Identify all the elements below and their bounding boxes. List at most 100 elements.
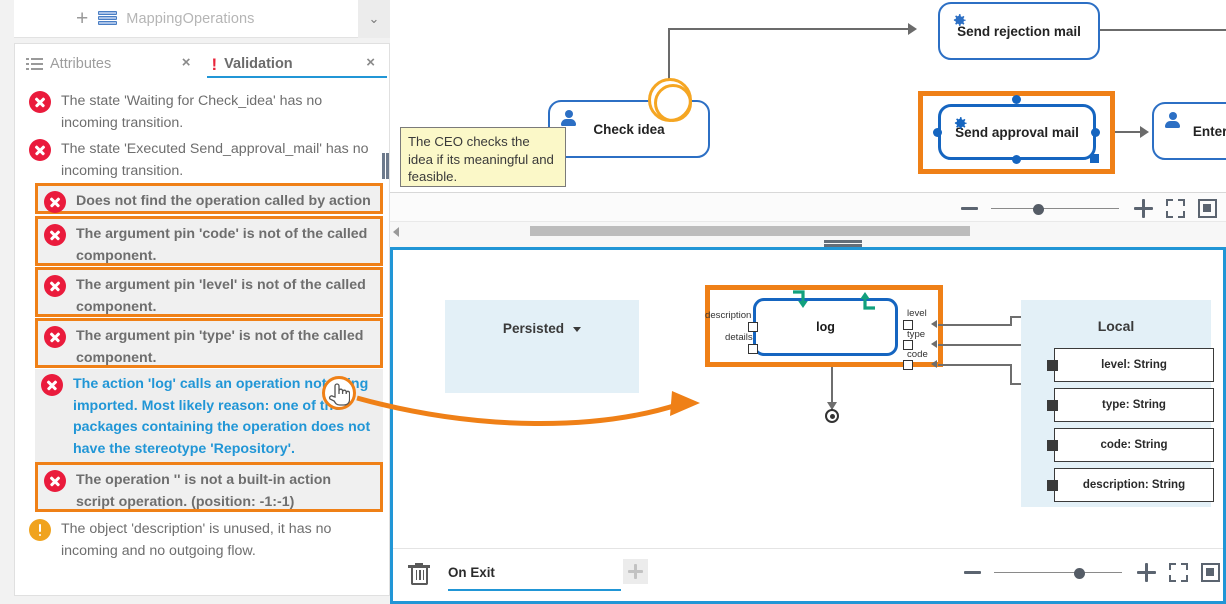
resize-handle[interactable] [933,128,942,137]
person-icon [1163,112,1181,130]
zoom-out-icon[interactable] [961,207,978,210]
validation-list[interactable]: The state 'Waiting for Check_idea' has n… [15,80,389,595]
mapping-operations-label: MappingOperations [126,10,255,27]
add-icon[interactable]: + [76,8,88,29]
resize-handle[interactable] [1012,155,1021,164]
node-send-rejection-mail[interactable]: Send rejection mail [938,2,1100,60]
node-label: Send approval mail [955,124,1079,140]
pin-label-level: level [907,308,927,319]
validation-item-text: The state 'Waiting for Check_idea' has n… [61,93,323,131]
person-icon [559,110,577,128]
tab-attributes[interactable]: Attributes × [15,50,205,78]
validation-item[interactable]: The operation '' is not a built-in actio… [35,462,383,512]
node-label: log [816,320,835,334]
node-label: Enter for [1192,123,1226,139]
table-icon [98,11,118,26]
active-tab-indicator [207,76,387,78]
validation-item[interactable]: The object 'description' is unused, it h… [23,514,381,564]
pin-label-type: type [907,329,926,340]
object-flow-arrowhead [931,320,937,328]
panel-splitter-handle[interactable] [381,153,390,179]
warning-icon [29,519,51,541]
persisted-label: Persisted [502,321,565,336]
node-send-approval-mail[interactable]: Send approval mail [938,104,1096,160]
fit-to-window-icon[interactable] [1201,563,1220,582]
local-item-label: type: String [1102,399,1166,411]
resize-handle[interactable] [1090,154,1099,163]
connector-line [668,28,908,30]
validation-item-text: The operation '' is not a built-in actio… [76,472,332,510]
dropdown-caret-icon[interactable] [573,327,582,332]
left-panel: + MappingOperations ⌄ Attributes × ! Val… [0,0,390,604]
object-flow-arrowhead [931,360,937,368]
tab-validation-label: Validation [224,56,293,72]
tooltip-note: The CEO checks the idea if its meaningfu… [400,127,566,187]
tab-validation[interactable]: ! Validation × [205,50,390,78]
validation-item[interactable]: The state 'Executed Send_approval_mail' … [23,134,381,184]
activity-diagram-canvas[interactable]: Persisted log description details level … [393,250,1223,548]
pin-icon [1047,440,1058,451]
connector-arrowhead [908,23,917,35]
scroll-left-icon[interactable] [393,227,399,237]
zoom-slider[interactable] [994,567,1122,579]
output-pin-code[interactable] [903,360,913,370]
resize-handle[interactable] [1091,128,1100,137]
mapping-operations-bar[interactable]: + MappingOperations ⌄ [14,0,390,38]
validation-item[interactable]: The argument pin 'level' is not of the c… [35,267,383,317]
node-enter-for[interactable]: Enter for [1152,102,1226,160]
close-icon[interactable]: × [366,55,375,70]
error-icon [44,470,66,492]
zoom-slider[interactable] [991,203,1119,215]
panel-tabbar: Attributes × ! Validation × [15,44,389,78]
zoom-out-icon[interactable] [964,571,981,574]
error-icon [44,326,66,348]
error-icon [41,374,63,396]
object-flow-line [938,364,1012,366]
zoom-in-icon[interactable] [1137,563,1156,582]
local-item-code[interactable]: code: String [1047,428,1214,462]
validation-item[interactable]: The argument pin 'code' is not of the ca… [35,216,383,266]
input-pin-details[interactable] [748,344,758,354]
fit-to-window-icon[interactable] [1198,199,1217,218]
trash-icon[interactable] [408,563,430,587]
persisted-region[interactable]: Persisted [445,300,639,393]
error-icon [44,275,66,297]
add-tab-button[interactable] [623,559,648,584]
zoom-in-icon[interactable] [1134,199,1153,218]
exception-out-icon [857,289,879,316]
local-title: Local [1097,318,1135,334]
top-diagram-toolbar [390,192,1226,221]
validation-item[interactable]: The state 'Waiting for Check_idea' has n… [23,86,381,136]
local-item-label: description: String [1082,479,1186,491]
local-item-type[interactable]: type: String [1047,388,1214,422]
gear-icon [950,114,969,133]
input-pin-description[interactable] [748,322,758,332]
pin-label-code: code [907,349,928,360]
fit-to-screen-icon[interactable] [1169,563,1188,582]
fit-to-screen-icon[interactable] [1166,199,1185,218]
close-icon[interactable]: × [182,55,191,70]
scrollbar-thumb[interactable] [530,226,970,236]
activity-editor-toolbar: On Exit [393,548,1223,601]
validation-item[interactable]: The argument pin 'type' is not of the ca… [35,318,383,368]
validation-item-text: The action 'log' calls an operation not … [73,376,371,457]
exception-in-icon [789,289,811,316]
local-item-level[interactable]: level: String [1047,348,1214,382]
validation-item-text: The argument pin 'level' is not of the c… [76,277,366,315]
validation-item-text: The state 'Executed Send_approval_mail' … [61,141,369,179]
local-region[interactable]: Local level: String type: String code: S… [1021,300,1214,507]
connector-line [1100,29,1226,31]
tab-on-exit-label[interactable]: On Exit [448,565,495,580]
validation-item-text: The argument pin 'code' is not of the ca… [76,226,368,264]
pin-label-description: description [705,310,752,321]
pin-icon [1047,480,1058,491]
chevron-down-icon[interactable]: ⌄ [358,0,390,38]
object-flow-arrowhead [931,340,937,348]
resize-handle[interactable] [1012,95,1021,104]
node-label: Send rejection mail [957,23,1081,39]
local-item-description[interactable]: description: String [1047,468,1214,502]
horizontal-scrollbar[interactable] [390,221,1226,240]
validation-item[interactable]: Does not find the operation called by ac… [35,183,383,231]
state-marker-icon [648,78,692,122]
validation-item-selected[interactable]: The action 'log' calls an operation not … [35,369,383,462]
